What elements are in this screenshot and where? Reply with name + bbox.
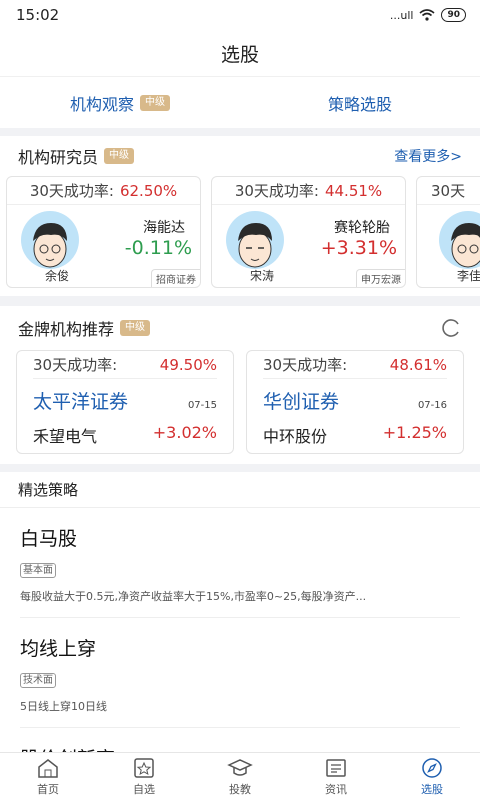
strategies-section: 精选策略 白马股 基本面 每股收益大于0.5元,净资产收益率大于15%,市盈率0… (0, 472, 480, 752)
section-title: 精选策略 (18, 481, 79, 499)
section-title: 金牌机构推荐 (18, 320, 115, 339)
rate-value: 48.61% (389, 355, 447, 374)
wifi-icon (419, 9, 435, 21)
stock-change: +3.02% (152, 423, 217, 442)
nav-home[interactable]: 首页 (0, 753, 96, 800)
rate-label: 30天成功率: (234, 182, 319, 200)
level-badge: 中级 (120, 320, 151, 336)
date: 07-15 (187, 400, 217, 411)
see-more-link[interactable]: 查看更多> (394, 146, 462, 166)
success-rate: 30天成功率: 48.61% (263, 351, 447, 379)
top-tabs: 机构观察 中级 策略选股 (0, 76, 480, 128)
analyst-card[interactable]: 30天成功率: 44.51% 赛轮轮胎 +3.31% 宋涛 申万宏源 (211, 176, 406, 288)
researchers-header: 机构研究员 中级 查看更多> (0, 136, 480, 176)
star-icon (134, 757, 154, 778)
tab-institution-watch[interactable]: 机构观察 中级 (0, 77, 240, 128)
rate-label: 30天成功率: (29, 182, 114, 200)
org-tag: 申万宏源 (356, 269, 405, 287)
page-title: 选股 (220, 43, 259, 66)
strategy-title: 均线上穿 (20, 638, 97, 660)
nav-watchlist[interactable]: 自选 (96, 753, 192, 800)
institution-card[interactable]: 30天成功率: 49.50% 太平洋证券 07-15 禾望电气 +3.02% (16, 350, 234, 454)
nav-news[interactable]: 资讯 (288, 753, 384, 800)
org-tag: 招商证券 (151, 269, 200, 287)
stock-change: -0.11% (124, 237, 192, 259)
strategy-desc: 每股收益大于0.5元,净资产收益率大于15%,市盈率0~25,每股净资产... (20, 590, 367, 603)
compass-icon (422, 757, 442, 778)
analyst-name: 余俊 (45, 269, 70, 283)
stock-name: 中环股份 (263, 427, 328, 446)
analyst-avatar-icon (451, 223, 480, 268)
strategy-tag: 技术面 (20, 673, 56, 688)
strategies-header: 精选策略 (0, 472, 480, 508)
nav-label: 投教 (229, 782, 251, 796)
institution-row: 太平洋证券 07-15 (33, 387, 217, 414)
level-badge: 中级 (104, 148, 135, 164)
graduation-cap-icon (227, 758, 253, 776)
stock-row: 中环股份 +1.25% (263, 423, 447, 447)
analyst-card[interactable]: 30天成功率: 62.50% 海能达 -0.11% 余俊 招商证券 (6, 176, 201, 288)
institution-row: 华创证券 07-16 (263, 387, 447, 414)
section-title: 机构研究员 (18, 148, 99, 167)
rate-value: 49.50% (159, 355, 217, 374)
analyst-card[interactable]: 30天 李佳 (416, 176, 480, 288)
analyst-name: 宋涛 (250, 269, 275, 283)
institution-name: 华创证券 (263, 391, 340, 413)
avatar (439, 211, 480, 269)
success-rate: 30天成功率: 49.50% (33, 351, 217, 379)
nav-label: 选股 (421, 782, 443, 796)
rate-label: 30天 (431, 182, 466, 200)
stock-name: 禾望电气 (33, 427, 98, 446)
institution-card[interactable]: 30天成功率: 48.61% 华创证券 07-16 中环股份 +1.25% (246, 350, 464, 454)
status-bar: 15:02 ...ull 90 (0, 0, 480, 30)
success-rate: 30天成功率: 62.50% (7, 177, 200, 205)
strategy-title: 白马股 (20, 528, 78, 550)
strategy-list: 白马股 基本面 每股收益大于0.5元,净资产收益率大于15%,市盈率0~25,每… (0, 508, 480, 752)
analyst-carousel[interactable]: 30天成功率: 62.50% 海能达 -0.11% 余俊 招商证券 30天成功率… (0, 176, 480, 288)
institution-name: 太平洋证券 (33, 391, 129, 413)
rate-value: 62.50% (119, 181, 178, 200)
gold-institution-section: 金牌机构推荐 中级 30天成功率: 49.50% 太平洋证券 07-15 禾望电… (0, 306, 480, 464)
battery-icon: 90 (441, 8, 466, 22)
nav-education[interactable]: 投教 (192, 753, 288, 800)
rate-label: 30天成功率: (263, 356, 348, 374)
level-badge: 中级 (140, 94, 170, 111)
nav-label: 自选 (133, 782, 155, 796)
researchers-section: 机构研究员 中级 查看更多> 30天成功率: 62.50% 海能达 -0.11%… (0, 136, 480, 296)
news-icon (326, 758, 346, 777)
rate-label: 30天成功率: (33, 356, 118, 374)
institution-cards: 30天成功率: 49.50% 太平洋证券 07-15 禾望电气 +3.02% 3… (0, 350, 480, 454)
tab-label: 策略选股 (327, 94, 392, 114)
strategy-item[interactable]: 股价创新高 (20, 728, 460, 752)
stock-change: +3.31% (320, 237, 397, 259)
gold-header: 金牌机构推荐 中级 (0, 306, 480, 350)
nav-label: 首页 (37, 782, 59, 796)
page-header: 选股 (0, 30, 480, 76)
strategy-title: 股价创新高 (20, 744, 460, 752)
stock-name: 赛轮轮胎 (334, 220, 390, 236)
success-rate: 30天 (417, 177, 480, 205)
tab-label: 机构观察 (69, 94, 134, 114)
analyst-name: 李佳 (457, 269, 480, 283)
date: 07-16 (417, 400, 447, 411)
status-time: 15:02 (16, 6, 60, 24)
strategy-item[interactable]: 均线上穿 技术面 5日线上穿10日线 (20, 618, 460, 728)
tab-strategy-picks[interactable]: 策略选股 (240, 77, 480, 128)
stock-name: 海能达 (143, 220, 185, 236)
nav-label: 资讯 (325, 782, 347, 796)
signal-icon: ...ull (389, 8, 414, 22)
stock-row: 禾望电气 +3.02% (33, 423, 217, 447)
strategy-tag: 基本面 (20, 563, 56, 578)
bottom-nav: 首页 自选 投教 资讯 选股 (0, 752, 480, 800)
status-icons: ...ull 90 (390, 8, 466, 22)
success-rate: 30天成功率: 44.51% (212, 177, 405, 205)
refresh-icon[interactable] (440, 317, 462, 339)
nav-stock-picker[interactable]: 选股 (384, 753, 480, 800)
stock-change: +1.25% (382, 423, 447, 442)
rate-value: 44.51% (324, 181, 383, 200)
home-icon (38, 758, 58, 778)
strategy-item[interactable]: 白马股 基本面 每股收益大于0.5元,净资产收益率大于15%,市盈率0~25,每… (20, 508, 460, 618)
strategy-desc: 5日线上穿10日线 (20, 700, 107, 713)
